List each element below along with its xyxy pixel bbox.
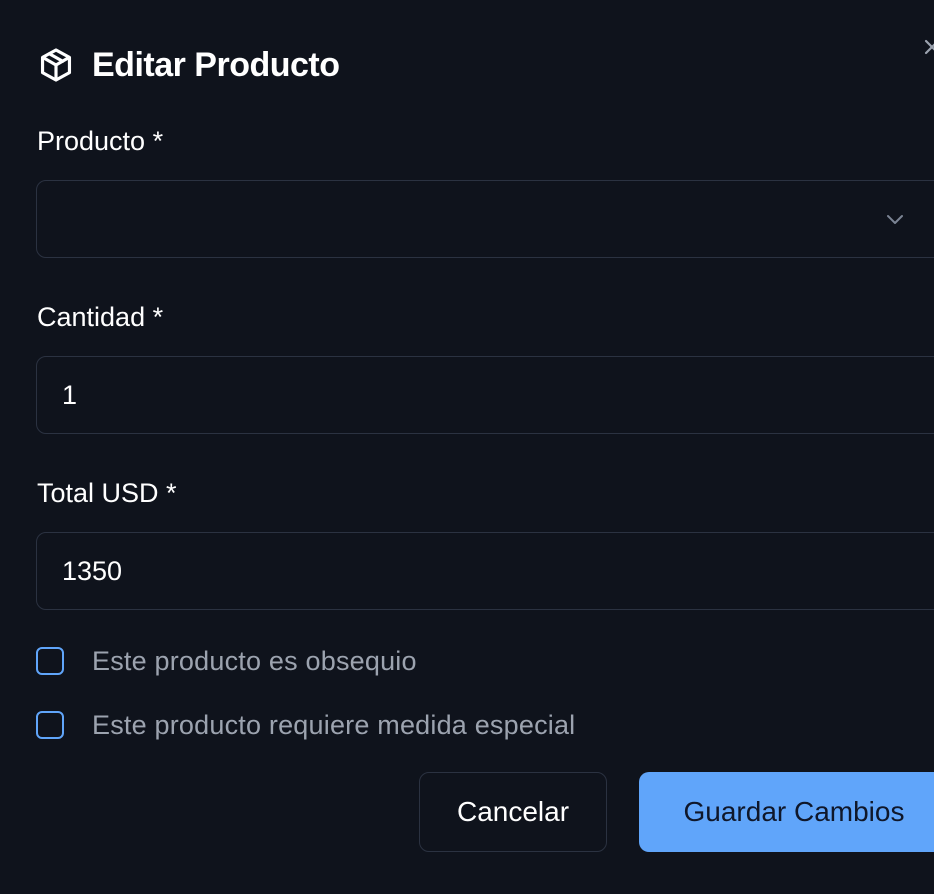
quantity-field-wrapper	[36, 356, 934, 434]
quantity-label: Cantidad *	[37, 302, 164, 332]
edit-product-dialog: Editar Producto Producto * Cantidad * To…	[0, 0, 934, 894]
close-button[interactable]	[920, 30, 934, 60]
total-usd-field-wrapper	[36, 532, 934, 610]
gift-checkbox-label: Este producto es obsequio	[92, 645, 417, 676]
product-select[interactable]	[36, 180, 934, 258]
close-icon	[924, 39, 934, 55]
special-size-checkbox-label: Este producto requiere medida especial	[92, 709, 576, 740]
package-icon	[37, 46, 75, 84]
cancel-button[interactable]: Cancelar	[419, 772, 607, 852]
total-usd-input[interactable]	[37, 533, 934, 609]
total-usd-label: Total USD *	[37, 478, 177, 508]
product-label: Producto *	[37, 126, 164, 156]
dialog-title: Editar Producto	[92, 45, 340, 84]
quantity-input[interactable]	[37, 357, 934, 433]
save-changes-button[interactable]: Guardar Cambios	[639, 772, 934, 852]
dialog-header: Editar Producto	[37, 42, 340, 88]
special-size-checkbox-row[interactable]: Este producto requiere medida especial	[36, 709, 575, 741]
gift-checkbox[interactable]	[36, 647, 64, 675]
special-size-checkbox[interactable]	[36, 711, 64, 739]
chevron-down-icon	[887, 215, 903, 224]
gift-checkbox-row[interactable]: Este producto es obsequio	[36, 645, 417, 677]
